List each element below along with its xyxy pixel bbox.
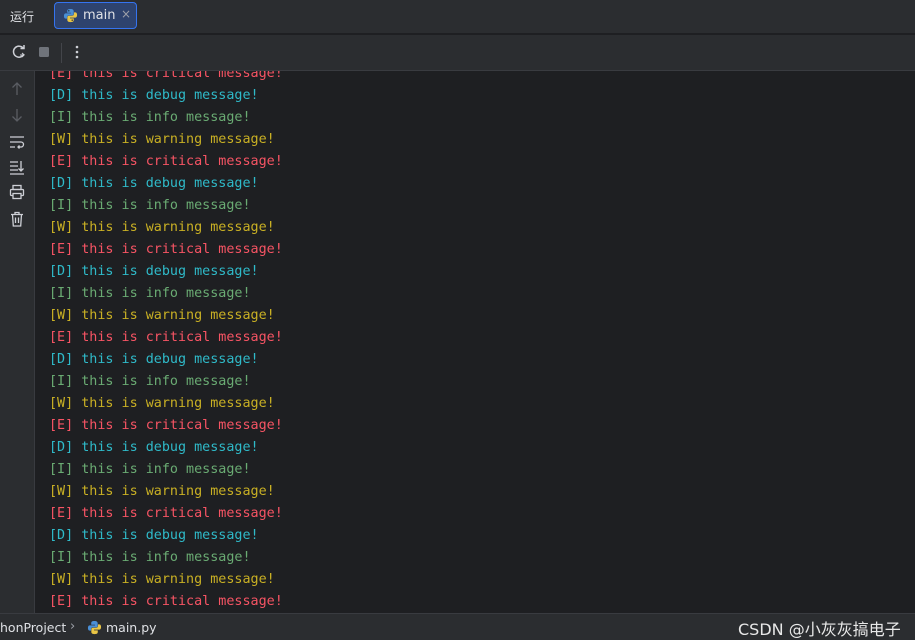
breadcrumb-project[interactable]: honProject xyxy=(0,620,66,635)
console-line: [D] this is debug message! xyxy=(49,352,259,367)
console-line: [W] this is warning message! xyxy=(49,308,275,323)
run-tool-window-header: 运行 main × xyxy=(0,0,915,34)
console-line: [D] this is debug message! xyxy=(49,176,259,191)
breadcrumb-file[interactable]: main.py xyxy=(106,620,157,635)
more-vertical-icon[interactable] xyxy=(68,43,86,61)
soft-wrap-icon[interactable] xyxy=(8,133,26,151)
console-line: [D] this is debug message! xyxy=(49,440,259,455)
trash-icon[interactable] xyxy=(8,210,26,228)
run-title: 运行 xyxy=(10,10,35,24)
console-line: [W] this is warning message! xyxy=(49,396,275,411)
console-line: [W] this is warning message! xyxy=(49,220,275,235)
console-line: [E] this is critical message! xyxy=(49,594,283,609)
arrow-up-icon[interactable] xyxy=(8,80,26,98)
run-toolbar xyxy=(0,35,915,71)
console-lines: [E] this is critical message! [D] this is… xyxy=(49,71,283,613)
console-line: [I] this is info message! xyxy=(49,286,251,301)
console-line: [W] this is warning message! xyxy=(49,484,275,499)
console-line: [E] this is critical message! xyxy=(49,330,283,345)
close-icon[interactable]: × xyxy=(121,7,131,21)
python-file-icon xyxy=(87,620,102,639)
watermark-text: CSDN @小灰灰搞电子 xyxy=(738,620,901,639)
status-bar: honProject › main.py CSDN @小灰灰搞电子 xyxy=(0,613,915,640)
console-line: [I] this is info message! xyxy=(49,110,251,125)
console-line: [I] this is info message! xyxy=(49,374,251,389)
scroll-to-end-icon[interactable] xyxy=(8,158,26,176)
python-icon xyxy=(63,8,78,27)
arrow-down-icon[interactable] xyxy=(8,106,26,124)
console-line: [E] this is critical message! xyxy=(49,154,283,169)
console-line: [E] this is critical message! xyxy=(49,71,283,81)
chevron-right-icon: › xyxy=(70,619,76,634)
rerun-icon[interactable] xyxy=(10,43,28,61)
stop-icon[interactable] xyxy=(35,43,53,61)
console-side-toolbar xyxy=(0,71,35,613)
console-line: [E] this is critical message! xyxy=(49,418,283,433)
tab-main-label: main xyxy=(83,8,116,23)
console-line: [I] this is info message! xyxy=(49,198,251,213)
console-line: [E] this is critical message! xyxy=(49,242,283,257)
console-output[interactable]: [E] this is critical message! [D] this is… xyxy=(35,71,915,613)
console-line: [W] this is warning message! xyxy=(49,132,275,147)
console-line: [D] this is debug message! xyxy=(49,528,259,543)
console-line: [D] this is debug message! xyxy=(49,264,259,279)
tab-main[interactable]: main × xyxy=(54,2,137,29)
console-line: [I] this is info message! xyxy=(49,550,251,565)
console-line: [E] this is critical message! xyxy=(49,506,283,521)
console-line: [I] this is info message! xyxy=(49,462,251,477)
print-icon[interactable] xyxy=(8,183,26,201)
console-line: [W] this is warning message! xyxy=(49,572,275,587)
console-line: [D] this is debug message! xyxy=(49,88,259,103)
toolbar-divider xyxy=(61,43,62,63)
